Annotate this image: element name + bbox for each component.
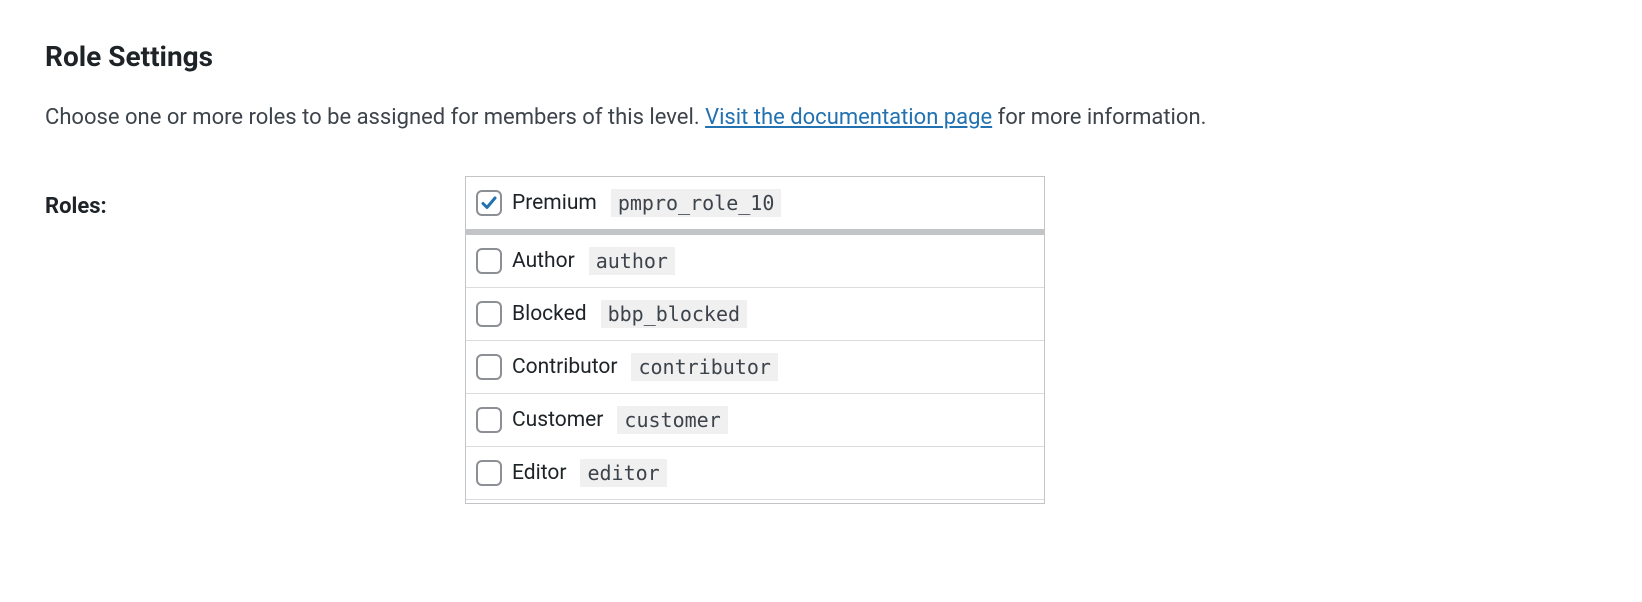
role-row[interactable]: Customer customer [466,394,1044,447]
check-icon [479,193,499,213]
role-checkbox[interactable] [476,190,502,216]
role-row[interactable]: Author author [466,235,1044,288]
description-text-after: for more information. [992,105,1206,130]
role-label: Contributor [512,355,617,379]
roles-label: Roles: [45,176,465,219]
roles-listbox[interactable]: Premium pmpro_role_10 Author author Blocked b… [465,176,1045,504]
role-checkbox[interactable] [476,248,502,274]
role-row[interactable]: Premium pmpro_role_10 [466,177,1044,235]
documentation-link[interactable]: Visit the documentation page [705,105,992,130]
role-label: Author [512,249,575,273]
role-slug: bbp_blocked [601,300,747,328]
role-slug: editor [580,459,666,487]
role-slug: contributor [631,353,777,381]
role-slug: pmpro_role_10 [611,189,782,217]
role-checkbox[interactable] [476,354,502,380]
roles-form-row: Roles: Premium pmpro_role_10 Author author B… [45,176,1597,504]
section-description: Choose one or more roles to be assigned … [45,103,1597,134]
role-row[interactable]: Blocked bbp_blocked [466,288,1044,341]
role-label: Premium [512,191,597,215]
role-checkbox[interactable] [476,460,502,486]
role-checkbox[interactable] [476,301,502,327]
role-label: Customer [512,408,603,432]
role-checkbox[interactable] [476,407,502,433]
role-label: Blocked [512,302,587,326]
role-row[interactable]: Editor editor [466,447,1044,500]
section-title: Role Settings [45,40,1597,73]
role-slug: author [589,247,675,275]
role-slug: customer [617,406,727,434]
description-text-before: Choose one or more roles to be assigned … [45,105,705,130]
role-label: Editor [512,461,566,485]
role-row[interactable]: Contributor contributor [466,341,1044,394]
